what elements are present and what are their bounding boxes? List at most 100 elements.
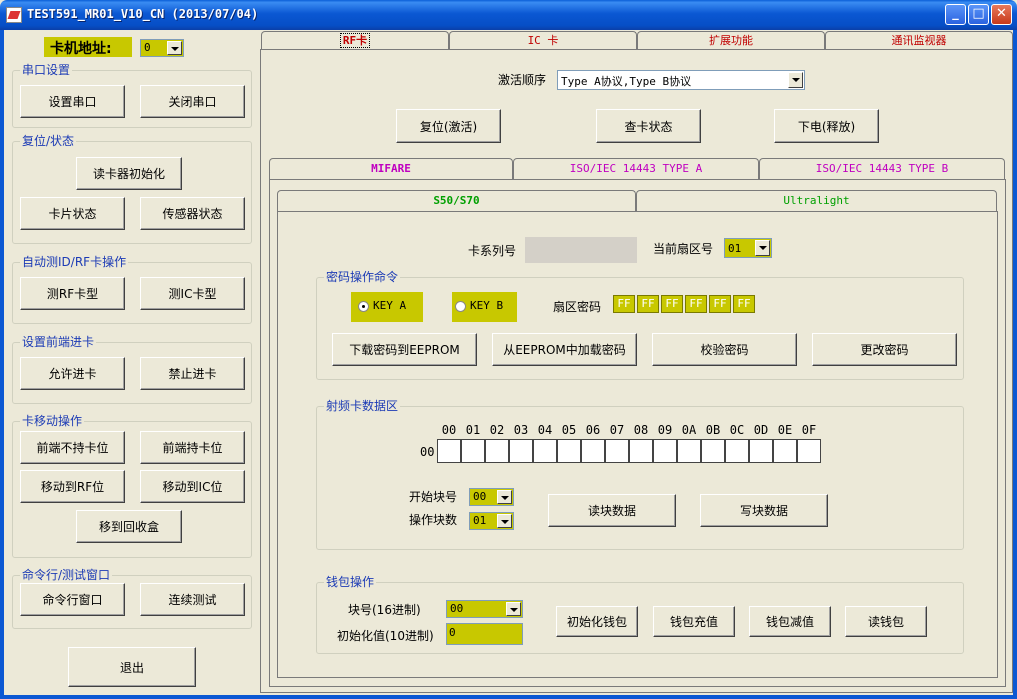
tab-mifare[interactable]: MIFARE — [269, 158, 513, 180]
data-byte-field[interactable] — [485, 439, 509, 463]
data-column-header: 01 — [465, 423, 481, 437]
close-serial-button[interactable]: 关闭串口 — [140, 85, 245, 118]
wallet-block-select[interactable]: 00 — [446, 600, 523, 618]
tab-extended[interactable]: 扩展功能 — [637, 31, 825, 49]
move-to-bin-button[interactable]: 移到回收盒 — [76, 510, 182, 543]
card-move-group-title: 卡移动操作 — [20, 412, 85, 429]
front-nohold-button[interactable]: 前端不持卡位 — [20, 431, 125, 464]
download-password-button[interactable]: 下载密码到EEPROM — [332, 333, 477, 366]
read-block-button[interactable]: 读块数据 — [548, 494, 676, 527]
chevron-down-icon[interactable] — [497, 514, 512, 528]
card-status-button[interactable]: 卡片状态 — [20, 197, 125, 230]
tab-monitor[interactable]: 通讯监视器 — [825, 31, 1013, 49]
chevron-down-icon[interactable] — [788, 72, 803, 88]
data-column-headers: 00 01 02 03 04 05 06 07 08 09 0A 0B 0C 0D 0E 0F — [437, 423, 822, 439]
data-byte-field[interactable] — [653, 439, 677, 463]
data-byte-field[interactable] — [605, 439, 629, 463]
move-to-rf-button[interactable]: 移动到RF位 — [20, 470, 125, 503]
data-column-header: 0B — [705, 423, 721, 437]
tab-ultralight[interactable]: Ultralight — [636, 190, 997, 211]
data-byte-field[interactable] — [629, 439, 653, 463]
data-byte-field[interactable] — [725, 439, 749, 463]
front-hold-button[interactable]: 前端持卡位 — [140, 431, 245, 464]
data-byte-field[interactable] — [773, 439, 797, 463]
sensor-status-button[interactable]: 传感器状态 — [140, 197, 245, 230]
block-count-label: 操作块数 — [409, 513, 458, 527]
password-byte-field[interactable]: FF — [661, 295, 683, 313]
data-group-title: 射频卡数据区 — [324, 397, 401, 414]
key-b-radio[interactable]: KEY B — [452, 292, 517, 322]
wallet-charge-button[interactable]: 钱包充值 — [653, 606, 735, 637]
forbid-entry-button[interactable]: 禁止进卡 — [140, 357, 245, 390]
activate-select[interactable]: Type A协议,Type B协议 — [557, 70, 805, 90]
password-byte-field[interactable]: FF — [709, 295, 731, 313]
wallet-block-label: 块号(16进制) — [348, 603, 421, 617]
detect-ic-button[interactable]: 测IC卡型 — [140, 277, 245, 310]
power-off-button[interactable]: 下电(释放) — [774, 109, 879, 143]
verify-password-button[interactable]: 校验密码 — [652, 333, 797, 366]
tab-s50-s70[interactable]: S50/S70 — [277, 190, 636, 212]
chevron-down-icon[interactable] — [167, 41, 182, 55]
tab-rf[interactable]: RF卡 — [261, 31, 449, 50]
wallet-deduct-button[interactable]: 钱包减值 — [749, 606, 831, 637]
wallet-read-button[interactable]: 读钱包 — [845, 606, 927, 637]
data-column-header: 02 — [489, 423, 505, 437]
data-byte-field[interactable] — [533, 439, 557, 463]
password-byte-field[interactable]: FF — [685, 295, 707, 313]
chevron-down-icon[interactable] — [497, 490, 512, 504]
activate-label: 激活顺序 — [498, 73, 547, 87]
data-byte-field[interactable] — [509, 439, 533, 463]
reader-init-button[interactable]: 读卡器初始化 — [76, 157, 182, 190]
title-bar[interactable]: TEST591_MR01_V10_CN (2013/07/04) _ □ ✕ — [0, 0, 1017, 30]
start-block-select[interactable]: 00 — [469, 488, 514, 506]
wallet-init-button[interactable]: 初始化钱包 — [556, 606, 638, 637]
data-row[interactable] — [437, 439, 822, 463]
password-byte-field[interactable]: FF — [733, 295, 755, 313]
tab-typea[interactable]: ISO/IEC 14443 TYPE A — [513, 158, 759, 179]
data-column-header: 0E — [777, 423, 793, 437]
serial-no-label: 卡系列号 — [468, 244, 517, 258]
detect-rf-button[interactable]: 测RF卡型 — [20, 277, 125, 310]
change-password-button[interactable]: 更改密码 — [812, 333, 957, 366]
data-byte-field[interactable] — [437, 439, 461, 463]
block-count-select[interactable]: 01 — [469, 512, 514, 530]
data-byte-field[interactable] — [461, 439, 485, 463]
data-byte-field[interactable] — [581, 439, 605, 463]
cmd-window-button[interactable]: 命令行窗口 — [20, 583, 125, 616]
data-byte-field[interactable] — [797, 439, 821, 463]
password-byte-field[interactable]: FF — [637, 295, 659, 313]
continuous-test-button[interactable]: 连续测试 — [140, 583, 245, 616]
sector-password-fields[interactable]: FF FF FF FF FF FF — [613, 295, 757, 315]
load-password-button[interactable]: 从EEPROM中加载密码 — [492, 333, 637, 366]
move-to-ic-button[interactable]: 移动到IC位 — [140, 470, 245, 503]
write-block-button[interactable]: 写块数据 — [700, 494, 828, 527]
data-byte-field[interactable] — [701, 439, 725, 463]
wallet-init-input[interactable]: 0 — [446, 623, 523, 645]
key-b-label: KEY B — [470, 299, 504, 312]
data-byte-field[interactable] — [749, 439, 773, 463]
check-card-button[interactable]: 查卡状态 — [596, 109, 701, 143]
maximize-button[interactable]: □ — [968, 4, 989, 25]
tab-ic[interactable]: IC 卡 — [449, 31, 637, 49]
exit-button[interactable]: 退出 — [68, 647, 196, 687]
address-select[interactable]: 0 — [140, 39, 184, 57]
tab-typeb[interactable]: ISO/IEC 14443 TYPE B — [759, 158, 1005, 179]
close-button[interactable]: ✕ — [991, 4, 1012, 25]
chevron-down-icon[interactable] — [506, 602, 521, 616]
data-byte-field[interactable] — [677, 439, 701, 463]
chevron-down-icon[interactable] — [755, 240, 770, 256]
password-group-title: 密码操作命令 — [324, 268, 401, 285]
data-column-header: 00 — [441, 423, 457, 437]
password-byte-field[interactable]: FF — [613, 295, 635, 313]
data-row-label: 00 — [420, 445, 435, 459]
data-byte-field[interactable] — [557, 439, 581, 463]
set-serial-button[interactable]: 设置串口 — [20, 85, 125, 118]
minimize-button[interactable]: _ — [945, 4, 966, 25]
key-a-radio[interactable]: KEY A — [351, 292, 423, 322]
activate-value: Type A协议,Type B协议 — [561, 75, 692, 88]
allow-entry-button[interactable]: 允许进卡 — [20, 357, 125, 390]
sector-select[interactable]: 01 — [724, 238, 772, 258]
reset-activate-button[interactable]: 复位(激活) — [396, 109, 501, 143]
key-a-label: KEY A — [373, 299, 407, 312]
wallet-init-label: 初始化值(10进制) — [337, 629, 434, 643]
